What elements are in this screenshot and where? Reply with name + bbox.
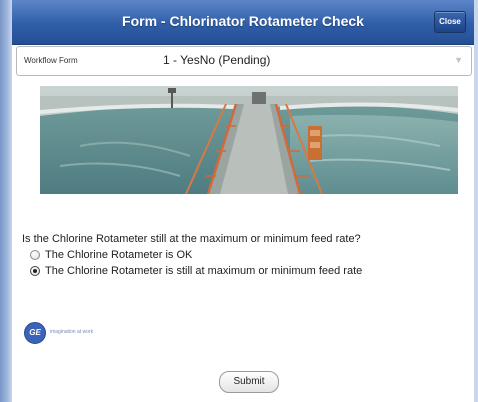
water-treatment-photo	[40, 86, 458, 194]
left-edge-strip	[0, 0, 12, 402]
chevron-down-icon: ▼	[454, 55, 463, 65]
question-text: Is the Chlorine Rotameter still at the m…	[22, 233, 361, 245]
ge-tagline: imagination at work	[50, 329, 94, 335]
title-bar: Form - Chlorinator Rotameter Check Close	[12, 0, 474, 45]
option-label: The Chlorine Rotameter is OK	[45, 249, 193, 261]
close-button[interactable]: Close	[434, 11, 466, 33]
workflow-form-select[interactable]: Workflow Form 1 - YesNo (Pending) ▼	[16, 46, 472, 76]
radio-button[interactable]	[30, 250, 40, 260]
workflow-form-value: 1 - YesNo (Pending)	[163, 53, 271, 67]
workflow-form-label: Workflow Form	[24, 56, 78, 65]
radio-button-selected[interactable]	[30, 266, 40, 276]
ge-logo-icon: GE	[24, 322, 46, 344]
submit-button[interactable]: Submit	[219, 371, 279, 393]
window-title: Form - Chlorinator Rotameter Check	[122, 13, 364, 29]
option-label: The Chlorine Rotameter is still at maxim…	[45, 265, 363, 277]
right-edge-strip	[474, 0, 478, 402]
